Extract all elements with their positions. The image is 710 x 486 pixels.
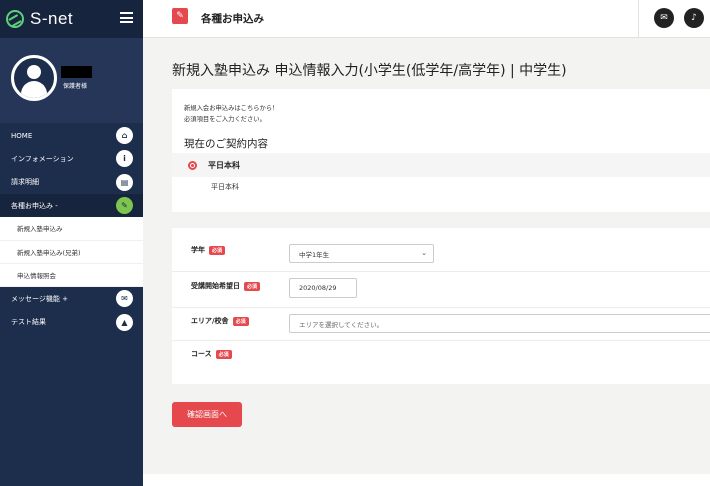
section-title: 現在のご契約内容 (184, 138, 268, 150)
app-name: S-net (30, 9, 74, 28)
info-icon: i (116, 150, 133, 168)
required-note: 必須項目をご入力ください。 (184, 116, 266, 123)
chart-icon: ▲ (116, 313, 133, 331)
chat-icon: ✉ (116, 290, 133, 308)
sidebar-nav: HOME ⌂ インフォメーション i 請求明細 ▤ 各種お申込み - ✎ 新規入… (0, 124, 143, 334)
area-select[interactable]: エリアを選択してください。 (289, 314, 710, 333)
form-row-grade: 学年 必須 中学1年生 ⌄ (172, 228, 710, 272)
start-date-label-text: 受講開始希望日 (191, 282, 240, 290)
bell-icon[interactable]: ♪ (684, 8, 704, 28)
avatar-body (21, 81, 47, 98)
submenu-item-new-enrollment[interactable]: 新規入塾申込み (0, 217, 143, 241)
sidebar-item-billing[interactable]: 請求明細 ▤ (0, 171, 143, 194)
plan-detail: 平日本科 (211, 183, 239, 191)
sidebar-item-test-results[interactable]: テスト結果 ▲ (0, 311, 143, 334)
brand-header: S-net (0, 0, 143, 38)
required-badge: 必須 (244, 281, 261, 291)
application-form: 学年 必須 中学1年生 ⌄ 受講開始希望日 必須 2020/08/29 エリア/… (172, 228, 710, 384)
area-label-text: エリア/校舎 (191, 317, 229, 325)
plan-radio-label: 平日本科 (208, 161, 240, 170)
sidebar-item-label: 請求明細 (11, 178, 39, 187)
course-label: コース 必須 (191, 349, 232, 359)
topbar-title: 各種お申込み (201, 13, 264, 25)
form-row-start-date: 受講開始希望日 必須 2020/08/29 (172, 272, 710, 308)
menu-icon[interactable] (120, 12, 133, 23)
footer-strip (143, 474, 710, 486)
grade-select-value: 中学1年生 (299, 250, 330, 259)
form-row-course: コース 必須 (172, 341, 710, 371)
divider (638, 0, 639, 38)
submenu: 新規入塾申込み 新規入塾申込み(兄弟) 申込情報照会 (0, 217, 143, 288)
grade-select[interactable]: 中学1年生 ⌄ (289, 244, 434, 263)
redacted-name (61, 66, 92, 78)
edit-icon: ✎ (116, 196, 133, 214)
mail-icon[interactable]: ✉ (654, 8, 674, 28)
start-date-input[interactable]: 2020/08/29 (289, 278, 357, 298)
required-badge: 必須 (232, 316, 249, 326)
profile-panel: 保護者様 (0, 38, 143, 123)
sidebar-item-label: HOME (11, 131, 33, 140)
start-date-label: 受講開始希望日 必須 (191, 281, 261, 291)
course-label-text: コース (191, 350, 212, 358)
sidebar-item-home[interactable]: HOME ⌂ (0, 124, 143, 147)
document-icon: ▤ (116, 173, 133, 191)
page-title: 新規入塾申込み 申込情報入力(小学生(低学年/高学年) | 中学生) (172, 63, 567, 79)
sidebar-item-label: インフォメーション (11, 154, 74, 163)
confirm-button[interactable]: 確認画面へ (172, 402, 242, 427)
grade-label: 学年 必須 (191, 245, 226, 255)
sidebar-item-label: 各種お申込み - (11, 201, 58, 210)
chevron-down-icon: ⌄ (421, 249, 427, 257)
submenu-item-application-inquiry[interactable]: 申込情報照会 (0, 264, 143, 288)
required-badge: 必須 (209, 245, 226, 255)
plan-radio-row[interactable]: 平日本科 (172, 153, 710, 177)
logo-icon (6, 10, 24, 28)
grade-label-text: 学年 (191, 246, 205, 254)
sidebar-item-label: テスト結果 (11, 318, 46, 327)
home-icon: ⌂ (116, 127, 133, 144)
submenu-item-sibling-enrollment[interactable]: 新規入塾申込み(兄弟) (0, 241, 143, 264)
intro-note: 新規入会お申込みはこちらから！ (184, 105, 279, 112)
contract-card: 新規入会お申込みはこちらから！ 必須項目をご入力ください。 現在のご契約内容 平… (172, 89, 710, 212)
area-label: エリア/校舎 必須 (191, 316, 249, 326)
topbar: ✎ 各種お申込み ✉ ♪ (143, 0, 710, 38)
avatar-head (27, 65, 41, 79)
required-badge: 必須 (215, 349, 232, 359)
sidebar-item-label: メッセージ機能 + (11, 295, 68, 303)
radio-selected-icon[interactable] (188, 161, 197, 170)
avatar (11, 55, 57, 101)
profile-name: 保護者様 (63, 83, 88, 90)
sidebar: S-net 保護者様 HOME ⌂ インフォメーション i 請求明細 ▤ 各種お… (0, 0, 143, 486)
sidebar-item-information[interactable]: インフォメーション i (0, 147, 143, 170)
sidebar-item-applications[interactable]: 各種お申込み - ✎ (0, 193, 143, 218)
sidebar-item-messages[interactable]: メッセージ機能 + ✉ (0, 287, 143, 310)
form-row-area: エリア/校舎 必須 エリアを選択してください。 (172, 308, 710, 341)
edit-icon: ✎ (172, 8, 188, 24)
